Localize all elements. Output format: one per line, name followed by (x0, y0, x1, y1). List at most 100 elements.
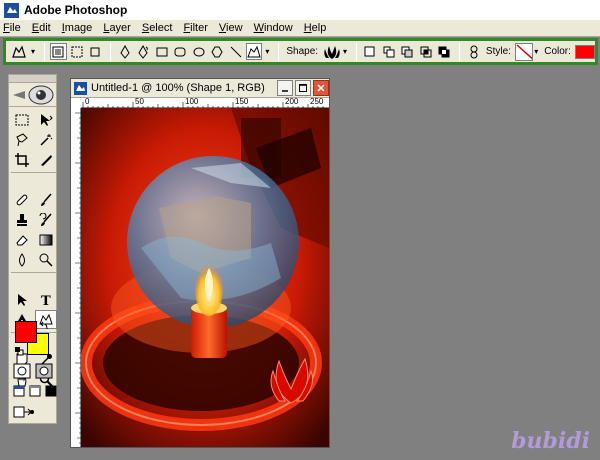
paths-icon (71, 46, 83, 57)
menu-item[interactable]: Filter (183, 22, 207, 34)
foreground-color-swatch[interactable] (15, 321, 37, 343)
close-button[interactable] (313, 80, 329, 96)
link-layer-style-button[interactable] (465, 43, 481, 60)
create-new-shape-layer-button[interactable] (362, 43, 378, 60)
custom-shape-button[interactable] (245, 43, 263, 60)
menu-item[interactable]: View (219, 22, 243, 34)
blur-tool[interactable] (11, 250, 33, 269)
pen-tool-button[interactable] (116, 43, 132, 60)
chevron-down-icon[interactable]: ▾ (534, 47, 538, 56)
eye-logo-icon (12, 85, 53, 104)
paths-button[interactable] (69, 43, 85, 60)
jump-to-row (13, 405, 35, 419)
add-to-shape-area-button[interactable] (380, 43, 396, 60)
minimize-button[interactable] (277, 80, 293, 96)
rectangle-shape-button[interactable] (153, 43, 169, 60)
type-tool[interactable]: T (35, 290, 57, 309)
document-title-bar[interactable]: Untitled-1 @ 100% (Shape 1, RGB) (71, 79, 329, 98)
ellipse-shape-button[interactable] (190, 43, 206, 60)
photoshop-app-icon (4, 2, 19, 18)
image-canvas[interactable] (81, 108, 329, 447)
separator (44, 42, 46, 61)
app-title: Adobe Photoshop (24, 3, 128, 17)
healing-brush-tool[interactable] (11, 190, 33, 209)
document-icon (74, 81, 87, 95)
ruler-label: 100 (185, 97, 199, 106)
menu-item[interactable]: Window (254, 22, 293, 34)
style-picker[interactable] (514, 42, 534, 61)
dodge-icon (39, 253, 53, 267)
crop-tool[interactable] (11, 150, 33, 169)
crop-icon (15, 152, 29, 167)
menu-item[interactable]: File (3, 22, 21, 34)
path-selection-tool[interactable] (11, 290, 33, 309)
menu-item[interactable]: Help (304, 22, 327, 34)
polygon-shape-button[interactable] (209, 43, 225, 60)
subtract-shape-area-icon (401, 46, 413, 57)
rectangle-icon (156, 47, 168, 56)
exclude-shape-area-icon (438, 46, 450, 57)
horizontal-ruler[interactable]: 0 50 100 150 200 250 (81, 97, 329, 108)
exclude-overlapping-areas-button[interactable] (436, 43, 452, 60)
style-label: Style: (485, 46, 511, 57)
clone-stamp-tool[interactable] (11, 210, 33, 229)
move-tool[interactable] (35, 110, 57, 129)
intersect-shape-areas-button[interactable] (417, 43, 433, 60)
jump-to-imageready-icon[interactable] (13, 405, 35, 419)
shape-label: Shape: (286, 46, 319, 57)
add-shape-area-icon (383, 46, 395, 57)
chevron-down-icon[interactable]: ▾ (31, 47, 35, 56)
app-title-bar: Adobe Photoshop (0, 0, 600, 20)
full-screen-menu-icon[interactable] (29, 385, 41, 397)
slice-tool[interactable] (35, 150, 57, 169)
fill-pixels-button[interactable] (87, 43, 103, 60)
full-screen-icon[interactable] (45, 385, 57, 397)
shape-picker[interactable] (322, 43, 342, 61)
tool-palette-grip[interactable] (9, 75, 56, 83)
default-colors-icon[interactable] (15, 347, 24, 356)
menu-item[interactable]: Edit (32, 22, 51, 34)
menu-item[interactable]: Image (62, 22, 93, 34)
history-brush-tool[interactable] (35, 210, 57, 229)
marquee-icon (15, 114, 29, 125)
slice-knife-icon (41, 154, 52, 166)
color-swatches (15, 321, 51, 357)
gradient-tool[interactable] (35, 230, 57, 249)
chevron-down-icon[interactable]: ▾ (265, 47, 269, 56)
magic-wand-tool[interactable] (35, 130, 57, 149)
tool-preset-picker[interactable] (10, 43, 28, 60)
menu-item[interactable]: Select (142, 22, 173, 34)
quick-mask-mode-icon[interactable] (35, 363, 53, 379)
bandage-icon (16, 194, 28, 205)
standard-mode-icon[interactable] (13, 363, 31, 379)
rounded-rectangle-icon (174, 47, 186, 56)
chain-link-icon (470, 45, 478, 58)
maximize-button[interactable] (295, 80, 311, 96)
flame-shape-icon (324, 45, 340, 59)
polygon-icon (211, 46, 223, 57)
marquee-tool[interactable] (11, 110, 33, 129)
close-icon (317, 84, 325, 92)
line-shape-button[interactable] (227, 43, 243, 60)
adobe-online-button[interactable] (9, 83, 56, 107)
minimize-icon (282, 90, 288, 92)
vertical-ruler[interactable] (71, 108, 81, 447)
separator (110, 42, 112, 61)
chevron-down-icon[interactable]: ▾ (343, 47, 347, 56)
rounded-rectangle-button[interactable] (172, 43, 188, 60)
shape-color-swatch[interactable] (574, 44, 596, 59)
dodge-tool[interactable] (35, 250, 57, 269)
stamp-icon (17, 213, 27, 226)
custom-shape-tool-icon (12, 45, 26, 58)
swap-colors-icon[interactable] (40, 321, 50, 331)
ruler-label: 0 (85, 97, 90, 106)
brush-tool[interactable] (35, 190, 57, 209)
standard-screen-icon[interactable] (13, 385, 25, 397)
freeform-pen-button[interactable] (135, 43, 151, 60)
lasso-tool[interactable] (11, 130, 33, 149)
shape-layers-button[interactable] (50, 43, 67, 60)
subtract-from-shape-area-button[interactable] (399, 43, 415, 60)
eraser-tool[interactable] (11, 230, 33, 249)
menu-item[interactable]: Layer (103, 22, 131, 34)
magic-wand-icon (40, 133, 53, 146)
